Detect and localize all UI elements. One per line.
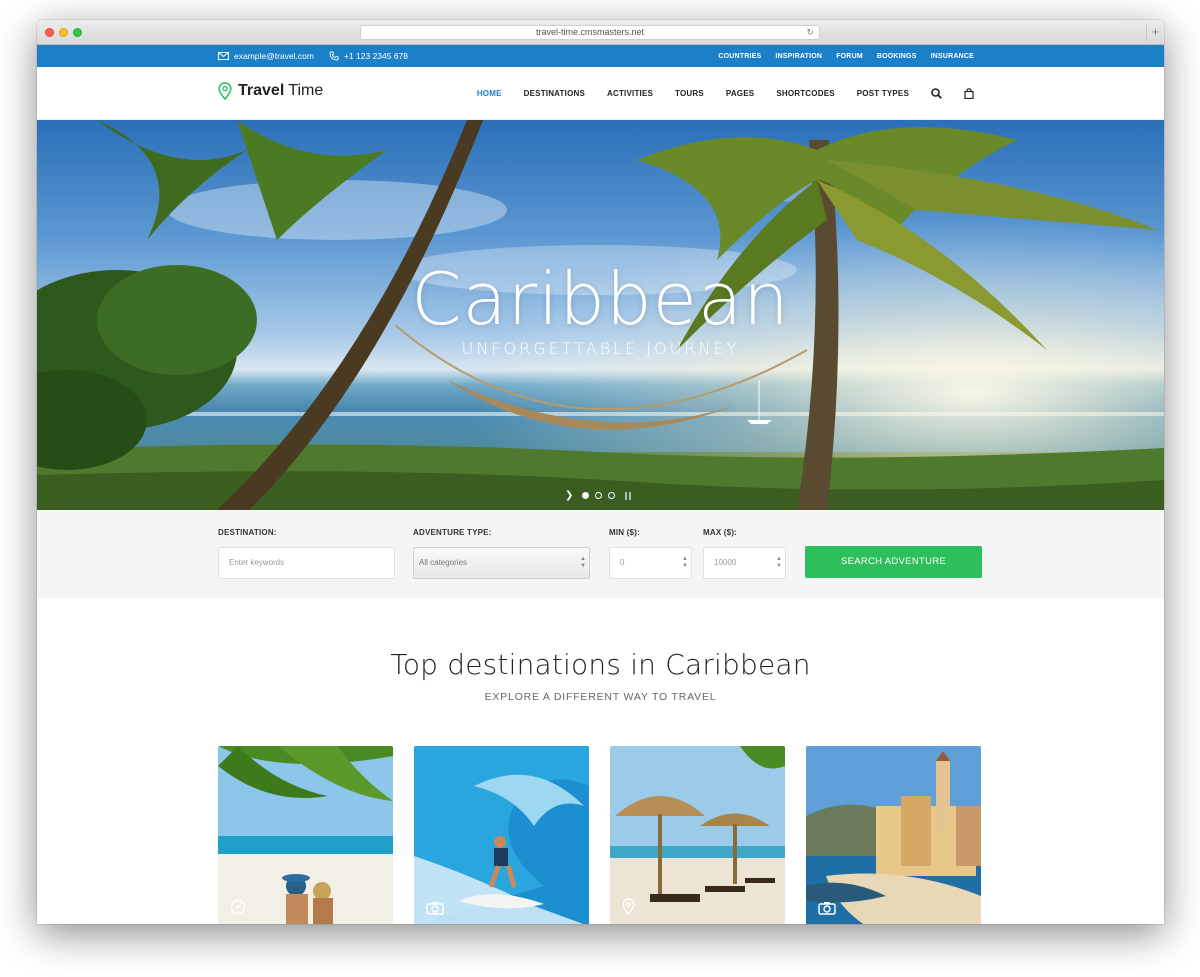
topbar-link-inspiration[interactable]: INSPIRATION [775,53,822,60]
search-icon[interactable] [931,88,942,99]
nav-shortcodes[interactable]: SHORTCODES [776,89,834,98]
nav-home[interactable]: HOME [477,89,502,98]
topbar-link-forum[interactable]: FORUM [836,53,863,60]
slider-next-arrow-icon[interactable]: ❯ [565,490,573,501]
section-title: Top destinations in Caribbean [390,648,811,681]
adventure-type-label: ADVENTURE TYPE: [413,528,492,537]
shopping-bag-icon[interactable] [964,88,974,99]
new-tab-button[interactable]: + [1146,24,1164,42]
min-price-label: MIN ($): [609,528,640,537]
destination-card-3[interactable] [610,746,785,924]
site-header: Travel Time HOME DESTINATIONS ACTIVITIES… [37,67,1164,120]
section-subtitle: EXPLORE A DIFFERENT WAY TO TRAVEL [484,691,717,703]
nav-tours[interactable]: TOURS [675,89,704,98]
camera-icon [426,901,444,920]
hero-slider[interactable]: Caribbean UNFORGETTABLE JOURNEY ❯ [37,120,1164,510]
destination-input[interactable]: Enter keywords [218,547,395,579]
close-window-button[interactable] [45,28,54,37]
search-adventure-button[interactable]: SEARCH ADVENTURE [805,546,982,578]
nav-post-types[interactable]: POST TYPES [857,89,909,98]
adventure-type-select[interactable]: All categories ▲ ▼ [413,547,590,579]
slider-dot-3[interactable] [608,492,616,499]
reload-icon[interactable]: ↻ [806,26,814,39]
top-info-bar: example@travel.com +1 123 2345 678 COUNT… [37,45,1164,67]
min-price-input[interactable]: 0 ▲ ▼ [609,547,692,579]
max-price-field-group: MAX ($): 10000 ▲ ▼ [703,528,786,579]
phone-icon [329,51,339,61]
zoom-window-button[interactable] [73,28,82,37]
adventure-type-field-group: ADVENTURE TYPE: All categories ▲ ▼ [413,528,590,579]
select-arrows-icon: ▲ ▼ [580,556,586,569]
topbar-link-bookings[interactable]: BOOKINGS [877,53,917,60]
nav-pages[interactable]: PAGES [726,89,754,98]
max-price-input[interactable]: 10000 ▲ ▼ [703,547,786,579]
camera-icon [818,901,836,920]
location-pin-logo-icon [218,82,232,100]
destination-card-4[interactable] [806,746,981,924]
topbar-link-insurance[interactable]: INSURANCE [931,53,974,60]
browser-chrome: travel-time.cmsmasters.net ↻ + [37,20,1164,45]
destination-card-2[interactable] [414,746,589,924]
adventure-type-value: All categories [419,558,468,567]
max-price-label: MAX ($): [703,528,738,537]
slider-pause-icon[interactable] [625,491,632,500]
min-price-value: 0 [620,558,625,567]
destination-label: DESTINATION: [218,528,277,537]
slider-dot-1[interactable] [582,492,590,499]
max-price-stepper-icon[interactable]: ▲ ▼ [776,556,782,570]
envelope-icon [218,52,229,60]
adventure-search-form: DESTINATION: Enter keywords ADVENTURE TY… [37,510,1164,598]
destination-card-3-image [610,746,785,924]
destination-card-1[interactable] [218,746,393,924]
contact-phone-text: +1 123 2345 678 [343,51,409,61]
destination-card-1-image [218,746,393,924]
nav-activities[interactable]: ACTIVITIES [607,89,653,98]
min-price-stepper-icon[interactable]: ▲ ▼ [682,556,688,570]
max-price-value: 10000 [714,558,737,567]
contact-email-text: example@travel.com [234,51,314,61]
map-pin-icon [622,898,635,920]
main-nav: HOME DESTINATIONS ACTIVITIES TOURS PAGES… [455,67,974,120]
slider-dot-2[interactable] [595,492,603,499]
site-logo[interactable]: Travel Time [218,82,323,100]
compass-icon [230,899,246,920]
topbar-link-countries[interactable]: COUNTRIES [718,53,761,60]
slider-pagination: ❯ [565,490,632,501]
nav-destinations[interactable]: DESTINATIONS [524,89,585,98]
min-price-field-group: MIN ($): 0 ▲ ▼ [609,528,692,579]
destination-card-4-image [806,746,981,924]
logo-text-light: Time [288,82,324,99]
destination-card-2-image [414,746,589,924]
browser-window: travel-time.cmsmasters.net ↻ + example@t… [37,20,1164,924]
hero-subtitle: UNFORGETTABLE JOURNEY [461,339,740,358]
destination-field-group: DESTINATION: Enter keywords [218,528,395,579]
minimize-window-button[interactable] [59,28,68,37]
contact-email[interactable]: example@travel.com [218,51,314,61]
address-bar[interactable]: travel-time.cmsmasters.net ↻ [360,25,820,40]
address-bar-url: travel-time.cmsmasters.net [535,27,645,37]
contact-phone[interactable]: +1 123 2345 678 [329,51,408,61]
hero-title: Caribbean [411,257,790,341]
logo-text-bold: Travel [238,82,285,99]
